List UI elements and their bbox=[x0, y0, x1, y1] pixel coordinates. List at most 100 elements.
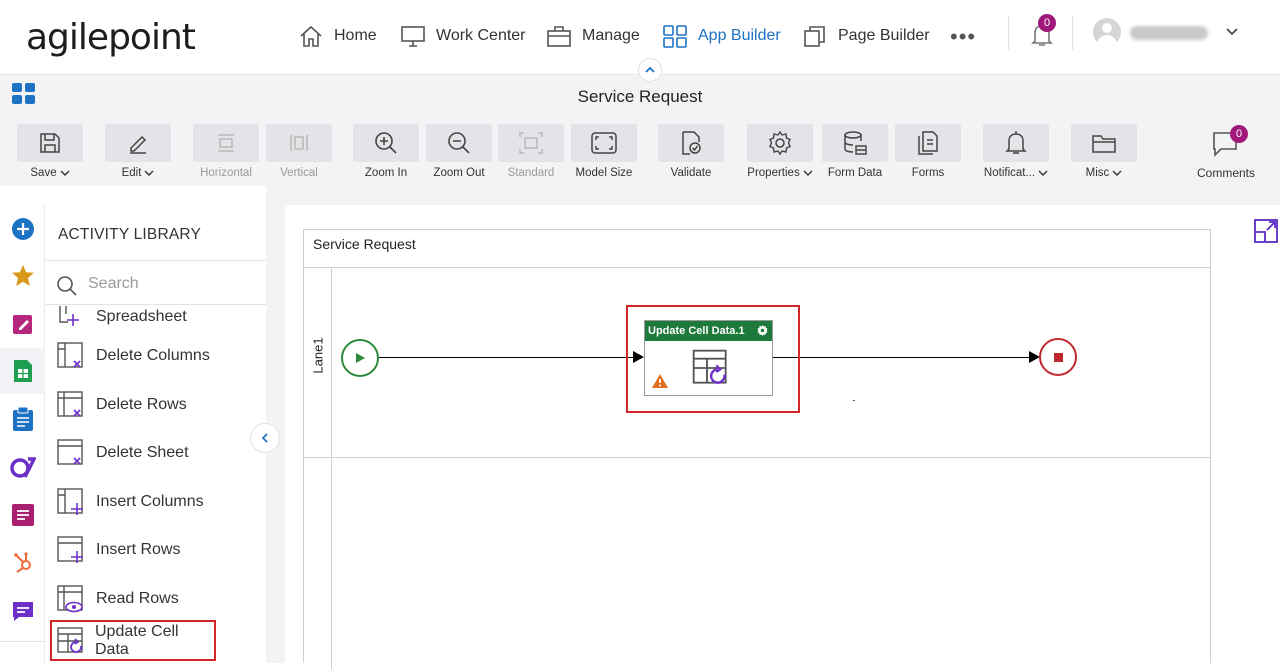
horizontal-button[interactable]: Horizontal bbox=[193, 124, 259, 184]
left-icon-rail bbox=[0, 205, 45, 663]
nav-page-builder-label: Page Builder bbox=[838, 27, 930, 44]
nav-app-builder[interactable]: App Builder bbox=[662, 22, 781, 50]
chevron-down-icon bbox=[1112, 170, 1122, 176]
properties-button[interactable]: Properties bbox=[747, 124, 813, 184]
avatar[interactable] bbox=[1093, 18, 1121, 46]
update-cell-icon bbox=[57, 626, 83, 653]
rail-hubspot[interactable] bbox=[0, 540, 45, 586]
list-item-delete-sheet[interactable]: Delete Sheet bbox=[46, 433, 266, 473]
list-item-label: Read Rows bbox=[96, 590, 179, 607]
stop-icon bbox=[1053, 352, 1063, 362]
nav-page-builder[interactable]: Page Builder bbox=[802, 22, 930, 50]
chevron-down-icon[interactable] bbox=[1224, 24, 1240, 40]
title-bar: Service Request bbox=[0, 74, 1280, 116]
list-item-label: Delete Columns bbox=[96, 347, 210, 364]
collapse-header-button[interactable] bbox=[638, 58, 662, 82]
rail-forms[interactable] bbox=[0, 301, 45, 347]
chevron-down-icon bbox=[144, 170, 154, 176]
delete-sheet-icon bbox=[57, 439, 83, 465]
rail-agilepoint[interactable] bbox=[0, 444, 45, 490]
comments-badge: 0 bbox=[1230, 125, 1248, 143]
document-icon bbox=[11, 504, 34, 526]
gear-icon[interactable] bbox=[756, 324, 769, 337]
read-rows-icon bbox=[57, 585, 83, 613]
lane-label-column bbox=[304, 459, 332, 669]
list-item-label: Update Cell Data bbox=[95, 622, 179, 658]
list-item-update-cell-data[interactable]: Update Cell Data bbox=[50, 620, 216, 661]
validate-button[interactable]: Validate bbox=[658, 124, 724, 184]
notifications-menu-button[interactable]: Notificat... bbox=[983, 124, 1049, 184]
notifications-badge: 0 bbox=[1038, 14, 1056, 32]
rail-tasks[interactable] bbox=[0, 396, 45, 442]
vertical-button[interactable]: Vertical bbox=[266, 124, 332, 184]
search-input[interactable] bbox=[88, 273, 258, 295]
edit-button[interactable]: Edit bbox=[105, 124, 171, 184]
lane-label: Lane1 bbox=[310, 337, 326, 374]
zoom-in-button[interactable]: Zoom In bbox=[353, 124, 419, 184]
rail-add[interactable] bbox=[0, 206, 45, 252]
update-cell-data-activity[interactable]: Update Cell Data.1 bbox=[644, 320, 773, 396]
edit-label: Edit bbox=[121, 167, 142, 179]
list-item-read-rows[interactable]: Read Rows bbox=[46, 579, 266, 619]
warning-icon[interactable] bbox=[651, 373, 669, 389]
horizontal-icon bbox=[218, 134, 234, 152]
form-data-button[interactable]: Form Data bbox=[822, 124, 888, 184]
list-item-label: Spreadsheet bbox=[96, 308, 187, 325]
process-pool[interactable]: Service Request Lane1 bbox=[303, 229, 1211, 669]
forms-button[interactable]: Forms bbox=[895, 124, 961, 184]
model-size-label: Model Size bbox=[575, 167, 633, 179]
clipboard-icon bbox=[12, 406, 33, 431]
list-item-insert-columns[interactable]: Insert Columns bbox=[46, 482, 266, 522]
zoom-out-button[interactable]: Zoom Out bbox=[426, 124, 492, 184]
model-size-button[interactable]: Model Size bbox=[571, 124, 637, 184]
nav-home[interactable]: Home bbox=[298, 22, 377, 50]
misc-label: Misc bbox=[1085, 167, 1110, 179]
zoom-in-label: Zoom In bbox=[364, 167, 408, 179]
gear-icon bbox=[769, 130, 791, 156]
list-item-label: Insert Rows bbox=[96, 541, 181, 558]
bell-icon bbox=[1005, 131, 1027, 154]
library-search bbox=[46, 260, 266, 305]
hubspot-icon bbox=[13, 552, 31, 573]
delete-columns-icon bbox=[57, 342, 83, 368]
more-menu-icon[interactable]: ••• bbox=[950, 24, 976, 50]
swimlane-2[interactable] bbox=[304, 459, 1210, 669]
save-button[interactable]: Save bbox=[17, 124, 83, 184]
list-item-delete-columns[interactable]: Delete Columns bbox=[46, 336, 266, 376]
delete-rows-icon bbox=[57, 391, 83, 417]
rail-favorites[interactable] bbox=[0, 253, 45, 299]
nav-divider bbox=[1072, 16, 1073, 50]
collapse-library-button[interactable] bbox=[250, 423, 280, 453]
sequence-flow-start[interactable] bbox=[379, 357, 633, 358]
sequence-flow-end[interactable] bbox=[773, 357, 1029, 358]
list-item-delete-rows[interactable]: Delete Rows bbox=[46, 385, 266, 425]
rail-documents[interactable] bbox=[0, 492, 45, 538]
update-cell-icon bbox=[692, 349, 727, 384]
misc-button[interactable]: Misc bbox=[1071, 124, 1137, 184]
nav-manage-label: Manage bbox=[582, 27, 640, 44]
nav-home-label: Home bbox=[334, 27, 377, 44]
start-event[interactable] bbox=[341, 339, 379, 377]
list-item-spreadsheet[interactable]: Spreadsheet bbox=[46, 306, 266, 337]
library-list: Spreadsheet Delete Columns Delete Rows D… bbox=[46, 306, 266, 663]
agilepoint-logo[interactable]: agilepoint bbox=[26, 17, 196, 58]
expand-icon[interactable] bbox=[1253, 218, 1279, 244]
standard-button[interactable]: Standard bbox=[498, 124, 564, 184]
monitor-icon bbox=[401, 26, 425, 47]
chat-icon bbox=[12, 602, 33, 621]
nav-work-center[interactable]: Work Center bbox=[400, 22, 526, 50]
nav-work-center-label: Work Center bbox=[436, 27, 526, 44]
list-item-label: Insert Columns bbox=[96, 493, 204, 510]
end-event[interactable] bbox=[1039, 338, 1077, 376]
properties-label: Properties bbox=[747, 167, 800, 179]
rail-messaging[interactable] bbox=[0, 588, 45, 634]
rail-spreadsheet[interactable] bbox=[0, 348, 45, 394]
validate-icon bbox=[682, 131, 701, 155]
plus-circle-icon bbox=[11, 218, 34, 240]
spreadsheet-add-icon bbox=[59, 306, 79, 326]
list-item-insert-rows[interactable]: Insert Rows bbox=[46, 530, 266, 570]
database-icon bbox=[844, 131, 867, 155]
nav-manage[interactable]: Manage bbox=[546, 22, 640, 50]
zoom-in-icon bbox=[375, 132, 397, 154]
form-data-label: Form Data bbox=[827, 167, 883, 179]
